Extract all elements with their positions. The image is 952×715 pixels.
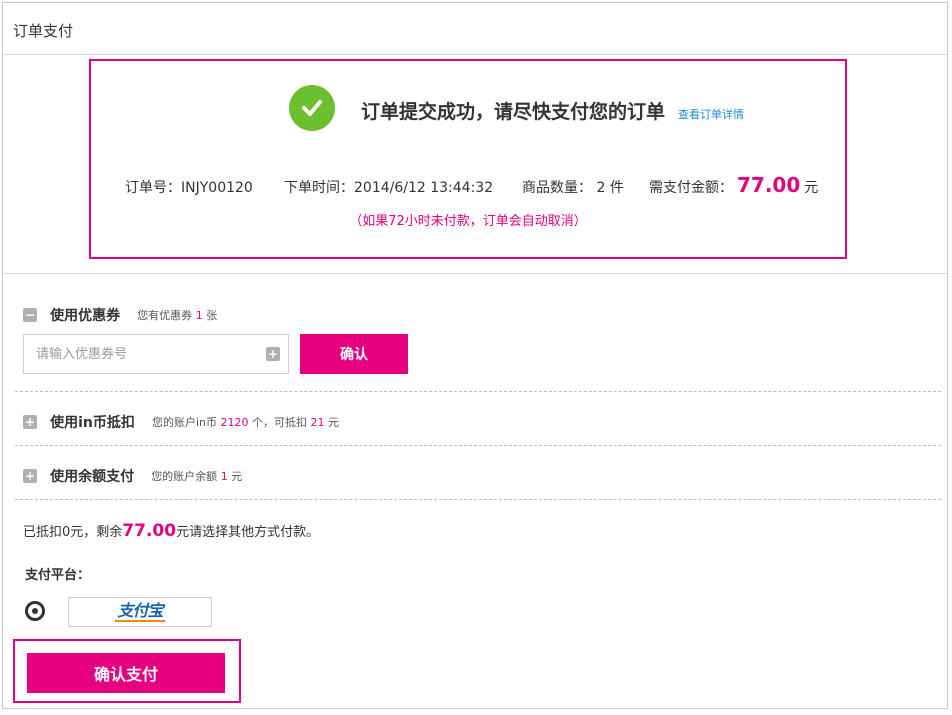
section-divider: [15, 445, 941, 446]
page-title: 订单支付: [13, 22, 74, 40]
order-number-value: INJY00120: [181, 180, 253, 196]
collapse-icon[interactable]: −: [23, 307, 37, 322]
section-divider: [15, 499, 941, 500]
auto-cancel-warning: （如果72小时未付款，订单会自动取消）: [349, 214, 587, 229]
section-divider: [15, 391, 941, 392]
expand-icon[interactable]: +: [23, 414, 37, 429]
coupon-input-wrapper: +: [23, 334, 289, 374]
quantity-unit: 件: [609, 180, 624, 196]
coupon-section-header: − 使用优惠券 您有优惠券 1 张: [23, 304, 217, 325]
quantity-label: 商品数量：: [522, 180, 592, 196]
confirm-coupon-button[interactable]: 确认: [300, 334, 408, 374]
coin-section-header[interactable]: + 使用in币抵扣 您的账户in币 2120 个，可抵扣 21 元: [23, 411, 339, 432]
balance-note: 您的账户余额 1 元: [151, 469, 243, 483]
order-number-label: 订单号：: [125, 180, 181, 196]
page-header: 订单支付: [3, 3, 947, 55]
success-message: 订单提交成功，请尽快支付您的订单: [361, 101, 666, 123]
order-time: 下单时间：2014/6/12 13:44:32: [284, 177, 493, 197]
remaining-amount-text: 已抵扣0元，剩余77.00元请选择其他方式付款。: [23, 521, 320, 541]
add-coupon-icon[interactable]: +: [266, 347, 280, 361]
order-summary-box: 订单提交成功，请尽快支付您的订单 查看订单详情 订单号：INJY00120 下单…: [89, 59, 847, 259]
quantity-value: 2: [596, 180, 606, 196]
alipay-logo: 支付宝: [115, 601, 165, 622]
order-time-label: 下单时间：: [284, 180, 354, 196]
balance-section-header[interactable]: + 使用余额支付 您的账户余额 1 元: [23, 465, 242, 486]
amount-label: 需支付金额：: [649, 180, 733, 196]
expand-icon[interactable]: +: [23, 468, 37, 483]
coupon-title: 使用优惠券: [50, 307, 121, 324]
alipay-radio[interactable]: [25, 601, 45, 621]
coin-note: 您的账户in币 2120 个，可抵扣 21 元: [151, 415, 339, 429]
order-time-value: 2014/6/12 13:44:32: [354, 180, 494, 196]
payment-page: 订单支付 订单提交成功，请尽快支付您的订单 查看订单详情 订单号：INJY001…: [2, 2, 948, 709]
remaining-amount: 77.00: [122, 521, 177, 541]
coupon-code-input[interactable]: [24, 335, 244, 373]
confirm-payment-box: 确认支付: [13, 639, 241, 703]
order-number: 订单号：INJY00120: [125, 177, 253, 197]
check-circle-icon: [289, 85, 335, 131]
confirm-payment-button[interactable]: 确认支付: [27, 653, 225, 693]
amount-unit: 元: [804, 180, 819, 196]
view-order-detail-link[interactable]: 查看订单详情: [678, 106, 744, 122]
coin-title: 使用in币抵扣: [50, 414, 135, 431]
divider: [3, 273, 947, 274]
balance-title: 使用余额支付: [50, 468, 135, 485]
payment-platform-label: 支付平台：: [25, 568, 91, 583]
amount-due: 需支付金额： 77.00 元: [649, 173, 818, 197]
amount-value: 77.00: [737, 173, 801, 197]
item-quantity: 商品数量： 2 件: [522, 177, 624, 197]
alipay-option[interactable]: 支付宝: [68, 597, 212, 627]
coupon-note: 您有优惠券 1 张: [137, 308, 218, 322]
